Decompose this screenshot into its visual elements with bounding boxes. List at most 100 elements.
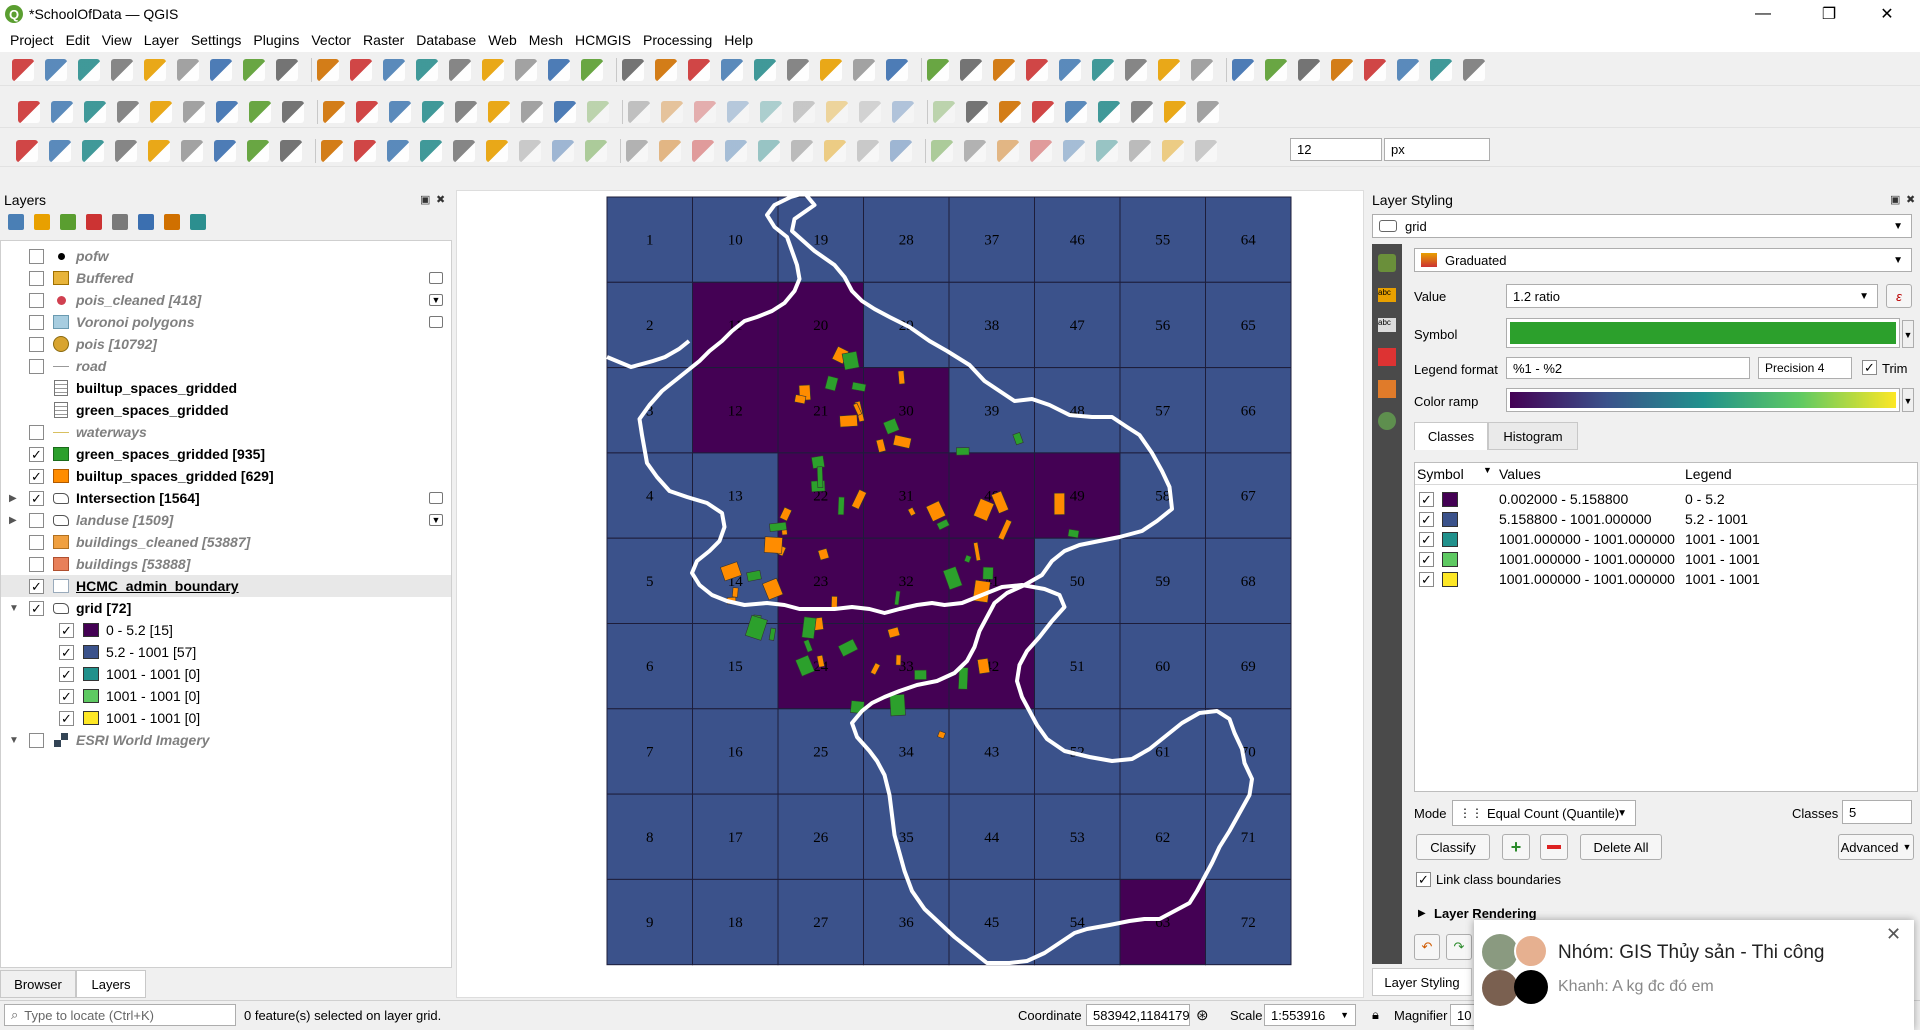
tb3-tool-30-icon[interactable] xyxy=(997,140,1019,162)
tb3-tool-23-icon[interactable] xyxy=(758,140,780,162)
open-project-icon[interactable] xyxy=(45,59,67,81)
class-values[interactable]: 1001.000000 - 1001.000000 xyxy=(1499,571,1675,587)
undo-icon[interactable]: ↶ xyxy=(1414,934,1440,960)
layer-row[interactable]: pois_cleaned [418] ▼ xyxy=(1,289,451,311)
layer-visibility-checkbox[interactable]: ✓ xyxy=(29,578,44,594)
tb2-tool-10-icon[interactable] xyxy=(323,101,345,123)
symbol-button[interactable] xyxy=(1506,318,1900,348)
show-bookmarks-icon[interactable] xyxy=(581,59,603,81)
label-tool-icon[interactable] xyxy=(18,101,40,123)
tb1-tool-42-icon[interactable] xyxy=(1397,59,1419,81)
tb2-tool-20-icon[interactable] xyxy=(661,101,683,123)
tb3-tool-32-icon[interactable] xyxy=(1063,140,1085,162)
collapse-all-icon[interactable] xyxy=(164,214,180,230)
save-project-icon[interactable] xyxy=(78,59,100,81)
attribute-table-icon[interactable] xyxy=(721,59,743,81)
tb2-tool-6-icon[interactable] xyxy=(183,101,205,123)
layer-row[interactable]: ▶ ✓ Intersection [1564] xyxy=(1,487,451,509)
manage-visibility-icon[interactable] xyxy=(60,214,76,230)
layer-row[interactable]: ✓ HCMC_admin_boundary xyxy=(1,575,451,597)
select-icon[interactable] xyxy=(247,140,269,162)
filter-legend-icon[interactable] xyxy=(86,214,102,230)
remove-class-button[interactable] xyxy=(1540,834,1568,860)
value-field[interactable]: 1.2 ratio ▼ xyxy=(1506,284,1878,308)
layer-visibility-checkbox[interactable]: ✓ xyxy=(29,490,44,506)
indicator-icon[interactable] xyxy=(429,272,443,284)
layer-row[interactable]: builtup_spaces_gridded xyxy=(1,377,451,399)
layer-visibility-checkbox[interactable] xyxy=(29,314,44,330)
tb2-tool-8-icon[interactable] xyxy=(249,101,271,123)
tb3-tool-16-icon[interactable] xyxy=(519,140,541,162)
layer-row[interactable]: Buffered xyxy=(1,267,451,289)
layer-row[interactable]: pofw xyxy=(1,245,451,267)
indicator-icon[interactable] xyxy=(429,492,443,504)
layer-visibility-checkbox[interactable] xyxy=(29,534,44,550)
layer-visibility-checkbox[interactable] xyxy=(29,270,44,286)
layer-row[interactable]: ✓ builtup_spaces_gridded [629] xyxy=(1,465,451,487)
menu-layer[interactable]: Layer xyxy=(144,32,179,48)
layer-visibility-checkbox[interactable]: ✓ xyxy=(59,666,74,682)
layer-style-icon[interactable] xyxy=(8,214,24,230)
tb3-tool-34-icon[interactable] xyxy=(1129,140,1151,162)
edit-pen-icon[interactable] xyxy=(115,140,137,162)
zoom-selection-icon[interactable] xyxy=(383,59,405,81)
tb2-tool-29-icon[interactable] xyxy=(966,101,988,123)
tb1-tool-40-icon[interactable] xyxy=(1331,59,1353,81)
tb1-tool-37-icon[interactable] xyxy=(1232,59,1254,81)
tb2-tool-13-icon[interactable] xyxy=(422,101,444,123)
crs-toggle-icon[interactable]: ⊛ xyxy=(1196,1006,1209,1024)
menu-vector[interactable]: Vector xyxy=(311,32,351,48)
tb2-tool-32-icon[interactable] xyxy=(1065,101,1087,123)
tb2-tool-25-icon[interactable] xyxy=(826,101,848,123)
tab-layer-styling[interactable]: Layer Styling xyxy=(1372,968,1472,996)
layer-visibility-checkbox[interactable] xyxy=(29,292,44,308)
color-ramp-menu-icon[interactable]: ▼ xyxy=(1902,388,1914,412)
filter-expression-icon[interactable] xyxy=(112,214,128,230)
layer-select[interactable]: grid ▼ xyxy=(1372,214,1912,238)
layer-row[interactable]: ✓ 5.2 - 1001 [57] xyxy=(1,641,451,663)
new-project-icon[interactable] xyxy=(12,59,34,81)
layer-row[interactable]: ▼ ✓ grid [72] xyxy=(1,597,451,619)
zoom-layer-icon[interactable] xyxy=(416,59,438,81)
class-legend[interactable]: 0 - 5.2 xyxy=(1685,491,1725,507)
layer-visibility-checkbox[interactable] xyxy=(29,556,44,572)
tb1-tool-31-icon[interactable] xyxy=(1026,59,1048,81)
classify-button[interactable]: Classify xyxy=(1416,834,1490,860)
processing-toolbox-icon[interactable] xyxy=(787,59,809,81)
add-group-icon[interactable] xyxy=(34,214,50,230)
tb3-tool-18-icon[interactable] xyxy=(585,140,607,162)
class-row[interactable]: ✓ 1001.000000 - 1001.000000 1001 - 1001 xyxy=(1415,549,1917,569)
tb1-tool-38-icon[interactable] xyxy=(1265,59,1287,81)
float-styling-icon[interactable]: ▣ xyxy=(1890,193,1900,206)
class-row[interactable]: ✓ 1001.000000 - 1001.000000 1001 - 1001 xyxy=(1415,529,1917,549)
expand-icon[interactable]: ▶ xyxy=(1418,908,1426,919)
menu-plugins[interactable]: Plugins xyxy=(253,32,299,48)
layer-row[interactable]: ✓ 1001 - 1001 [0] xyxy=(1,707,451,729)
layer-row[interactable]: buildings_cleaned [53887] xyxy=(1,531,451,553)
trim-checkbox[interactable]: ✓ xyxy=(1862,360,1877,375)
classes-count-spinbox[interactable]: 5 xyxy=(1842,800,1912,824)
indicator-icon[interactable] xyxy=(429,316,443,328)
label-style-icon[interactable] xyxy=(51,101,73,123)
menu-view[interactable]: View xyxy=(102,32,132,48)
coordinate-field[interactable]: 583942,1184179 xyxy=(1086,1004,1190,1026)
layer-row[interactable]: ✓ green_spaces_gridded [935] xyxy=(1,443,451,465)
add-vector-icon[interactable] xyxy=(49,140,71,162)
class-legend[interactable]: 1001 - 1001 xyxy=(1685,531,1760,547)
layer-visibility-checkbox[interactable] xyxy=(29,358,44,374)
tb2-tool-19-icon[interactable] xyxy=(628,101,650,123)
tb3-tool-26-icon[interactable] xyxy=(857,140,879,162)
tb3-tool-36-icon[interactable] xyxy=(1195,140,1217,162)
tb2-tool-21-icon[interactable] xyxy=(694,101,716,123)
annotation-icon[interactable] xyxy=(927,59,949,81)
tb3-tool-17-icon[interactable] xyxy=(552,140,574,162)
zoom-last-icon[interactable] xyxy=(482,59,504,81)
tb3-tool-13-icon[interactable] xyxy=(420,140,442,162)
zoom-next-icon[interactable] xyxy=(515,59,537,81)
tb1-tool-33-icon[interactable] xyxy=(1092,59,1114,81)
scale-select[interactable]: 1:553916 ▼ xyxy=(1264,1004,1356,1026)
deselect-icon[interactable] xyxy=(321,140,343,162)
select-value-icon[interactable] xyxy=(354,140,376,162)
layer-row[interactable]: road xyxy=(1,355,451,377)
rendering-icon[interactable] xyxy=(1378,412,1396,430)
